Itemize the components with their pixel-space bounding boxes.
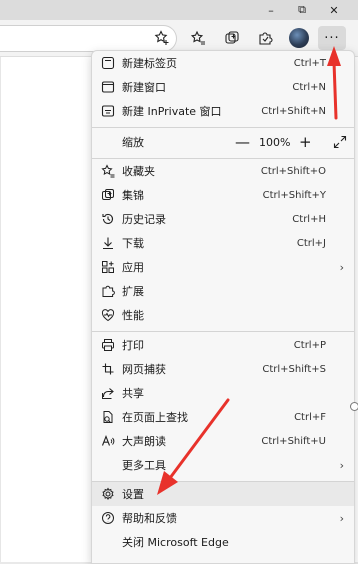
menu-item-label: 大声朗读 [122,435,166,448]
menu-item-label: 在页面上查找 [122,411,188,424]
scrollbar-thumb[interactable] [350,402,358,411]
menu-item-find[interactable]: 在页面上查找 Ctrl+F [92,405,354,429]
settings-and-more-menu: 新建标签页 Ctrl+T 新建窗口 Ctrl+N 新建 InPrivate 窗口… [91,50,355,564]
menu-item-label: 集锦 [122,189,144,202]
close-window-button[interactable]: ✕ [325,2,343,18]
collections-menu-icon [100,187,116,203]
menu-item-settings[interactable]: 设置 [92,482,354,506]
menu-item-label: 性能 [122,309,144,322]
menu-item-shortcut: Ctrl+H [292,213,326,225]
fullscreen-icon[interactable] [332,134,348,150]
menu-separator [92,331,354,332]
collections-icon[interactable] [222,28,242,48]
address-bar[interactable] [0,25,177,52]
menu-item-label: 扩展 [122,285,144,298]
menu-item-extensions[interactable]: 扩展 [92,279,354,303]
more-icon: ··· [324,30,340,46]
menu-item-label: 关闭 Microsoft Edge [122,536,229,549]
menu-item-shortcut: Ctrl+N [292,81,326,93]
menu-item-label: 收藏夹 [122,165,155,178]
menu-item-shortcut: Ctrl+J [296,237,326,249]
download-icon [100,235,116,251]
minimize-button[interactable]: – [262,2,280,18]
share-icon [100,385,116,401]
menu-item-read-aloud[interactable]: 大声朗读 Ctrl+Shift+U [92,429,354,453]
star-plus-icon[interactable] [152,28,172,48]
menu-item-shortcut: Ctrl+Shift+Y [262,189,326,201]
menu-item-label: 更多工具 [122,459,166,472]
menu-item-label: 打印 [122,339,144,352]
menu-item-shortcut: Ctrl+Shift+U [261,435,326,447]
extensions-menu-icon [100,283,116,299]
profile-avatar[interactable] [289,28,309,48]
menu-item-help-feedback[interactable]: 帮助和反馈 › [92,506,354,530]
menu-item-label: 下载 [122,237,144,250]
more-options-button[interactable]: ··· [318,26,346,50]
help-icon [100,510,116,526]
menu-item-new-inprivate[interactable]: 新建 InPrivate 窗口 Ctrl+Shift+N [92,99,354,123]
zoom-value: 100% [259,135,291,149]
menu-item-print[interactable]: 打印 Ctrl+P [92,333,354,357]
menu-item-shortcut: Ctrl+P [293,339,326,351]
gear-icon [100,486,116,502]
zoom-label: 缩放 [122,136,144,149]
print-icon [100,337,116,353]
menu-item-shortcut: Ctrl+T [293,57,326,69]
menu-item-label: 新建窗口 [122,81,166,94]
new-tab-icon [100,55,116,71]
performance-icon [100,307,116,323]
menu-item-label: 帮助和反馈 [122,512,177,525]
chevron-right-icon: › [339,260,344,274]
menu-item-favorites[interactable]: 收藏夹 Ctrl+Shift+O [92,159,354,183]
menu-item-label: 历史记录 [122,213,166,226]
menu-item-label: 应用 [122,261,144,274]
menu-item-new-tab[interactable]: 新建标签页 Ctrl+T [92,51,354,75]
menu-item-shortcut: Ctrl+Shift+O [260,165,326,177]
menu-item-shortcut: Ctrl+Shift+S [262,363,326,375]
menu-item-shortcut: Ctrl+F [294,411,326,423]
menu-item-web-capture[interactable]: 网页捕获 Ctrl+Shift+S [92,357,354,381]
menu-item-zoom: 缩放 — 100% + [92,129,354,155]
web-capture-icon [100,361,116,377]
menu-item-label: 新建 InPrivate 窗口 [122,105,222,118]
page-edge [0,57,1,562]
favorites-menu-icon [100,163,116,179]
new-window-icon [100,79,116,95]
menu-item-share[interactable]: 共享 [92,381,354,405]
menu-item-new-window[interactable]: 新建窗口 Ctrl+N [92,75,354,99]
menu-item-label: 网页捕获 [122,363,166,376]
read-aloud-icon [100,433,116,449]
inprivate-icon [100,103,116,119]
menu-item-more-tools[interactable]: 更多工具 › [92,453,354,477]
menu-item-label: 设置 [122,488,144,501]
menu-item-label: 共享 [122,387,144,400]
menu-item-downloads[interactable]: 下载 Ctrl+J [92,231,354,255]
zoom-out-button[interactable]: — [235,133,250,151]
menu-item-history[interactable]: 历史记录 Ctrl+H [92,207,354,231]
menu-item-shortcut: Ctrl+Shift+N [261,105,326,117]
title-bar: – ⧉ ✕ [0,0,358,20]
menu-item-collections[interactable]: 集锦 Ctrl+Shift+Y [92,183,354,207]
menu-item-apps[interactable]: 应用 › [92,255,354,279]
history-icon [100,211,116,227]
favorites-icon[interactable] [188,28,208,48]
chevron-right-icon: › [339,458,344,472]
chevron-right-icon: › [339,511,344,525]
menu-item-performance[interactable]: 性能 [92,303,354,327]
menu-separator [92,127,354,128]
menu-item-close-edge[interactable]: 关闭 Microsoft Edge [92,530,354,554]
maximize-button[interactable]: ⧉ [293,2,311,18]
apps-icon [100,259,116,275]
menu-item-label: 新建标签页 [122,57,177,70]
extensions-icon[interactable] [255,28,275,48]
zoom-in-button[interactable]: + [299,133,312,151]
find-on-page-icon [100,409,116,425]
